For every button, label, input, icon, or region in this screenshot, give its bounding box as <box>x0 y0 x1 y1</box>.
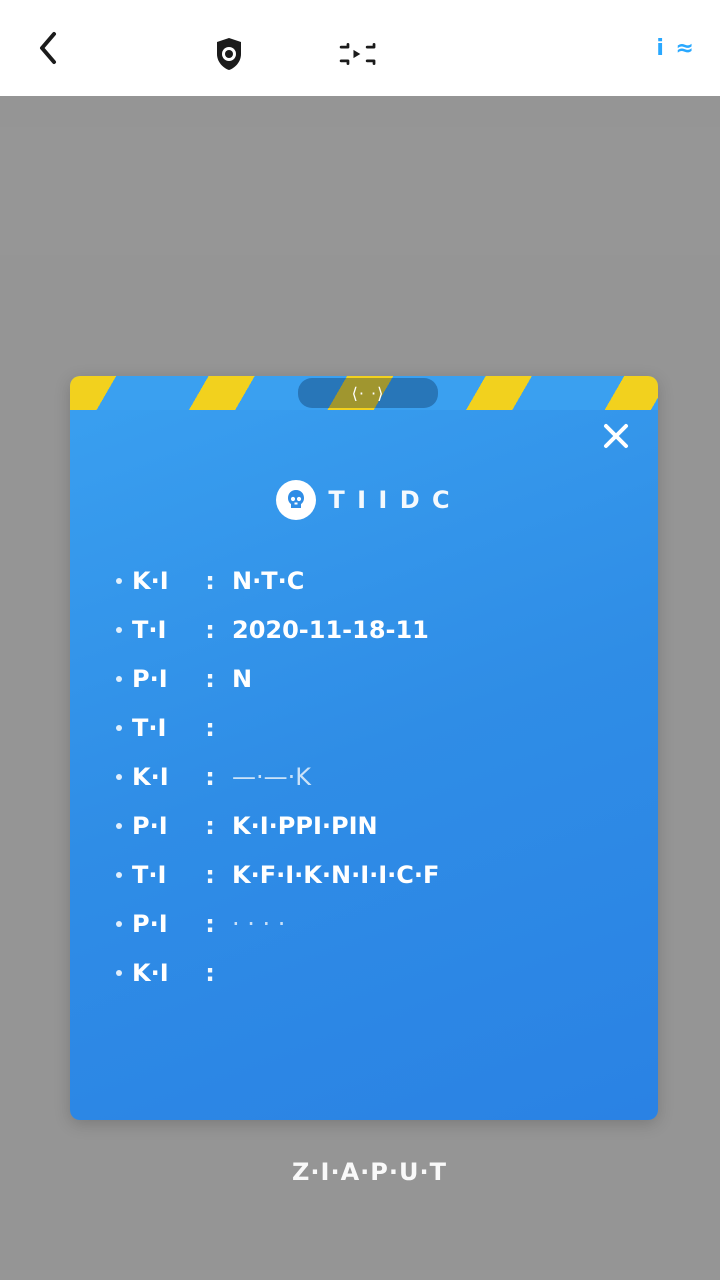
info-row: K·I : N·T·C <box>116 556 636 605</box>
modal-title: T I I D C <box>70 480 658 520</box>
stripe-badge: ⟨· ·⟩ <box>298 378 438 408</box>
info-label: P·I <box>132 909 168 938</box>
bullet <box>116 773 122 780</box>
bullet <box>116 871 122 878</box>
scan-icon[interactable] <box>337 30 385 78</box>
info-row: P·I : N <box>116 654 636 703</box>
info-value: N·T·C <box>232 566 305 595</box>
chevron-left-icon[interactable] <box>24 24 72 72</box>
info-value: · · · · <box>232 909 286 938</box>
info-modal: ⟨· ·⟩ T I I D C K·I : N·T·C T·I : 2020-1… <box>70 376 658 1120</box>
info-label: T·I <box>132 860 167 889</box>
info-row: T·I : K·F·I·K·N·I·I·C·F <box>116 850 636 899</box>
info-value: —·—·K <box>232 762 311 791</box>
colon: : <box>205 615 215 644</box>
bullet <box>116 920 122 927</box>
colon: : <box>205 909 215 938</box>
info-label: P·I <box>132 811 168 840</box>
info-list: K·I : N·T·C T·I : 2020-11-18-11 P·I : N … <box>116 556 636 997</box>
info-row: P·I : K·I·PPI·PIN <box>116 801 636 850</box>
bullet <box>116 626 122 633</box>
bullet <box>116 577 122 584</box>
info-label: P·I <box>132 664 168 693</box>
info-value: N <box>232 664 253 693</box>
top-center-icons <box>205 30 385 78</box>
close-icon[interactable] <box>594 414 638 458</box>
colon: : <box>205 762 215 791</box>
colon: : <box>205 811 215 840</box>
info-value: K·F·I·K·N·I·I·C·F <box>232 860 440 889</box>
bullet <box>116 822 122 829</box>
colon: : <box>205 664 215 693</box>
info-label: T·I <box>132 713 167 742</box>
colon: : <box>205 713 215 742</box>
info-label: K·I <box>132 762 169 791</box>
badge-icon[interactable] <box>205 30 253 78</box>
info-label: K·I <box>132 958 169 987</box>
bottom-link[interactable]: Z·I·A·P·U·T <box>292 1158 447 1186</box>
colon: : <box>205 958 215 987</box>
bullet <box>116 969 122 976</box>
top-bar: i ≈ <box>0 0 720 96</box>
bullet <box>116 724 122 731</box>
skull-icon <box>276 480 317 520</box>
info-row: K·I : —·—·K <box>116 752 636 801</box>
colon: : <box>205 860 215 889</box>
info-row: T·I : <box>116 703 636 752</box>
modal-title-text: T I I D C <box>328 486 452 514</box>
info-value: K·I·PPI·PIN <box>232 811 378 840</box>
info-row: T·I : 2020-11-18-11 <box>116 605 636 654</box>
info-label: K·I <box>132 566 169 595</box>
info-label: T·I <box>132 615 167 644</box>
bullet <box>116 675 122 682</box>
colon: : <box>205 566 215 595</box>
info-row: K·I : <box>116 948 636 997</box>
info-row: P·I : · · · · <box>116 899 636 948</box>
top-right-text[interactable]: i ≈ <box>656 36 696 61</box>
info-value: 2020-11-18-11 <box>232 615 429 644</box>
